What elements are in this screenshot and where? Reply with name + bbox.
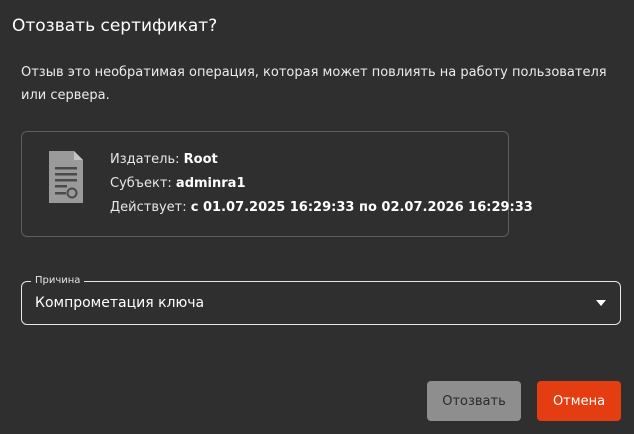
dialog-title: Отозвать сертификат?	[12, 16, 218, 36]
certificate-card: Издатель: Root Субъект: adminra1 Действу…	[21, 131, 533, 237]
issuer-label: Издатель:	[110, 152, 184, 167]
issuer-value: Root	[183, 152, 218, 167]
subject-line: Субъект: adminra1	[110, 172, 533, 196]
certificate-details: Издатель: Root Субъект: adminra1 Действу…	[110, 148, 533, 220]
issuer-line: Издатель: Root	[110, 148, 533, 172]
revoke-button[interactable]: Отозвать	[427, 381, 521, 421]
cancel-button[interactable]: Отмена	[537, 381, 621, 421]
validity-line: Действует: с 01.07.2025 16:29:33 по 02.0…	[110, 196, 533, 220]
reason-selected-value: Компрометация ключа	[35, 295, 205, 311]
reason-select[interactable]: Причина Компрометация ключа	[21, 274, 621, 325]
validity-label: Действует:	[110, 200, 191, 215]
subject-value: adminra1	[175, 176, 246, 191]
validity-value: с 01.07.2025 16:29:33 по 02.07.2026 16:2…	[190, 200, 533, 215]
revoke-certificate-dialog: Отозвать сертификат? Отзыв это необратим…	[0, 0, 634, 434]
reason-label: Причина	[31, 274, 85, 288]
warning-message: Отзыв это необратимая операция, которая …	[21, 65, 607, 103]
subject-label: Субъект:	[110, 176, 176, 191]
dropdown-arrow-icon[interactable]	[596, 300, 606, 306]
certificate-document-icon	[49, 151, 83, 203]
